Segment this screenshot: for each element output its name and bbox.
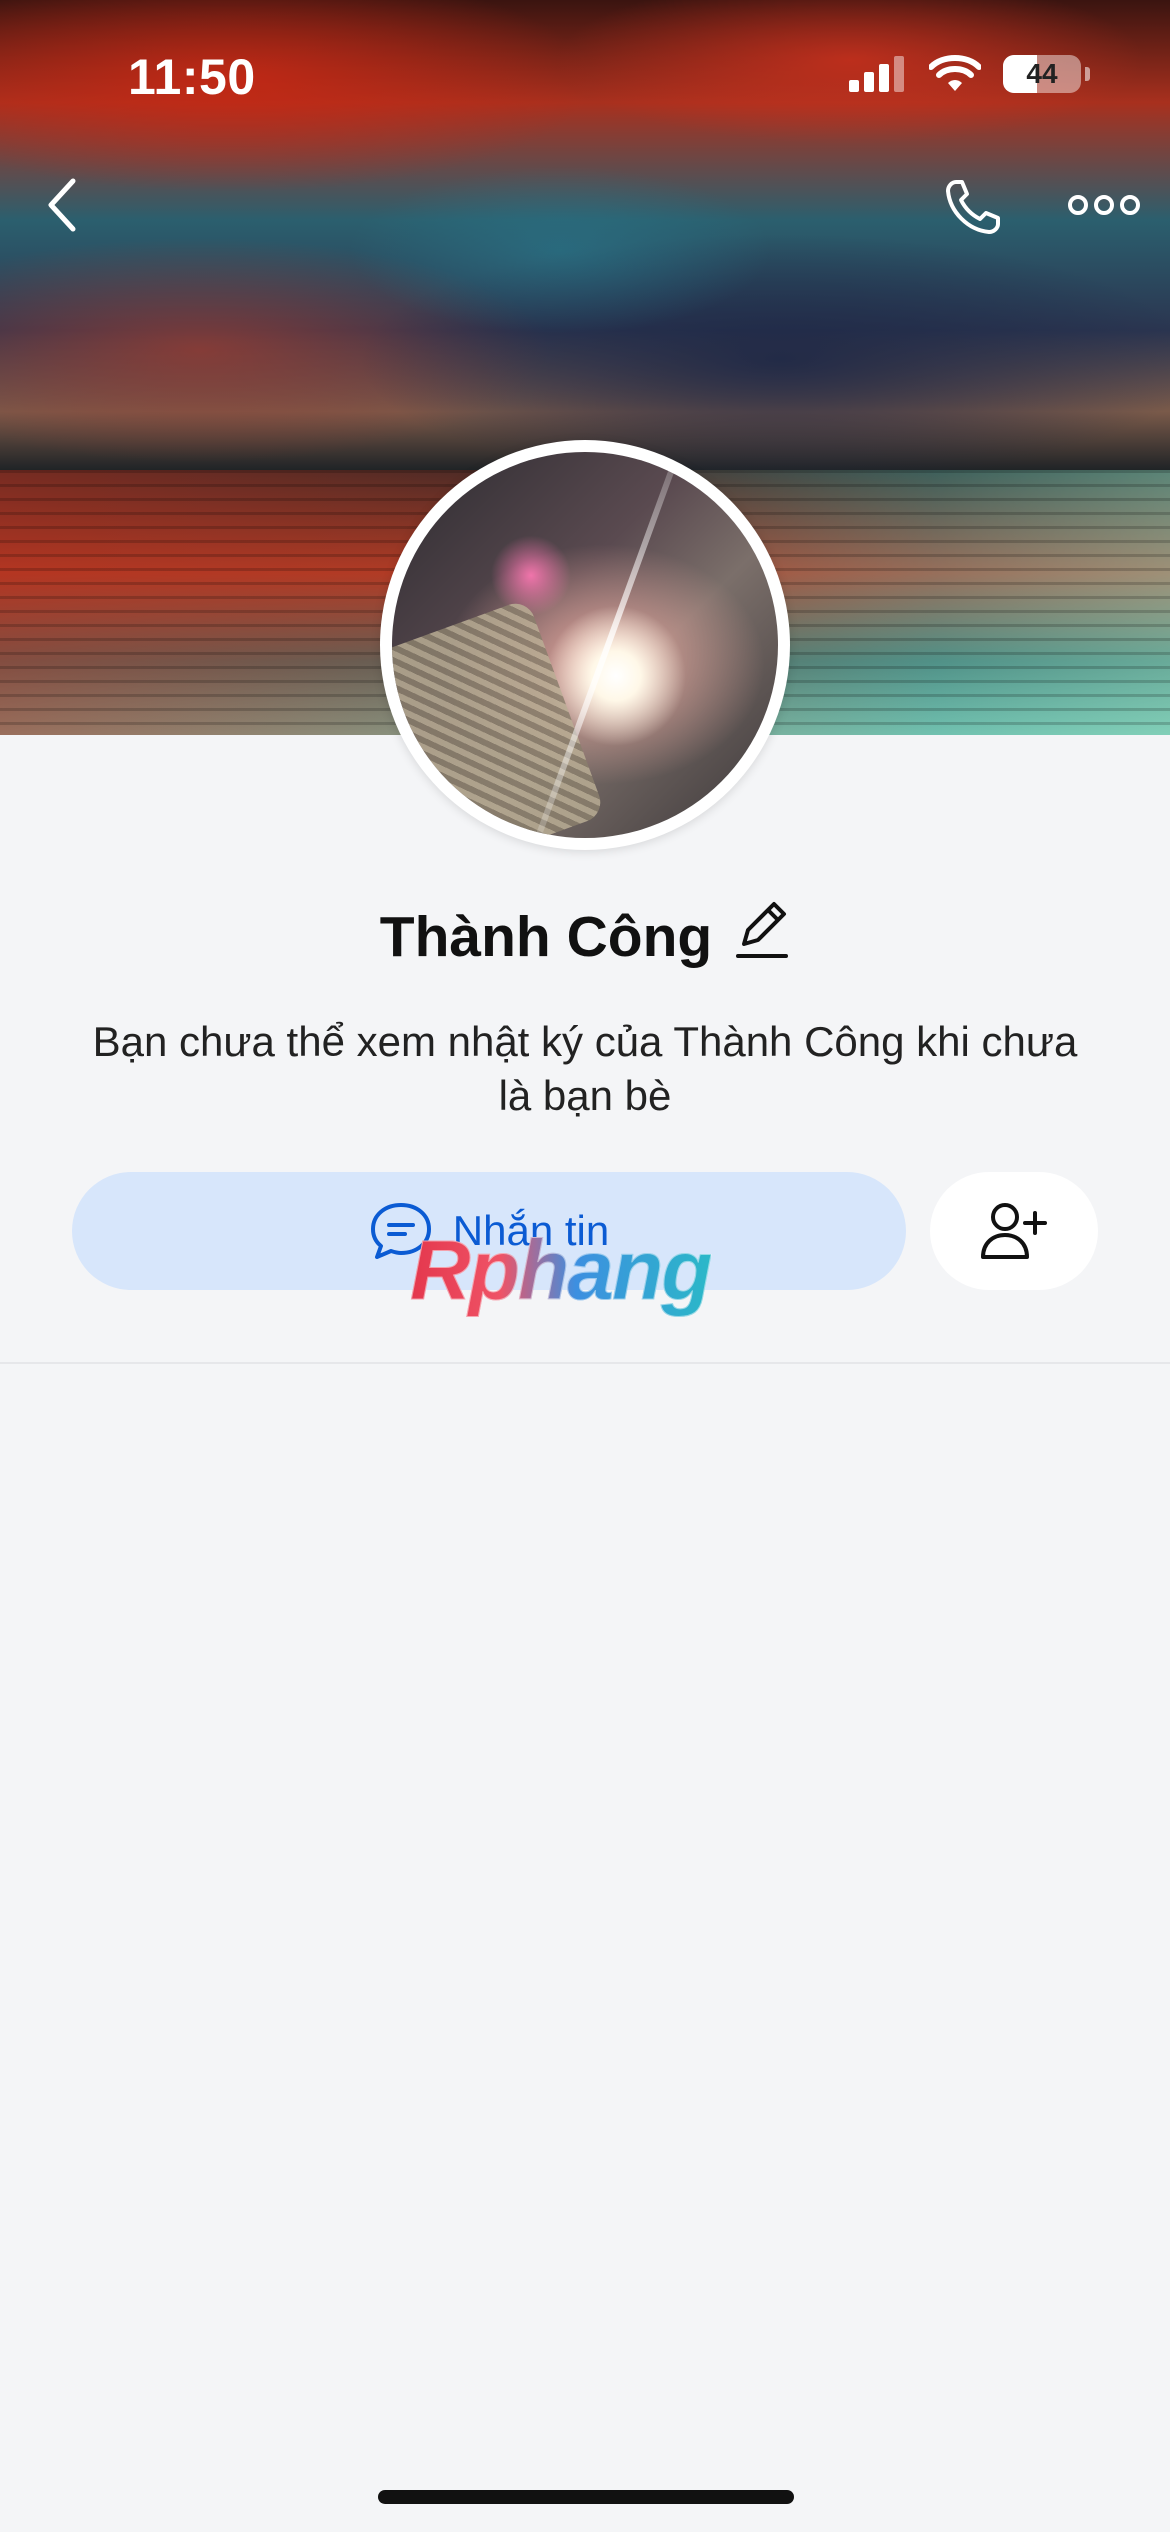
friend-restriction-message: Bạn chưa thể xem nhật ký của Thành Công … (92, 1018, 1078, 1119)
add-user-icon (981, 1203, 1047, 1259)
battery-cap (1085, 67, 1090, 81)
home-indicator[interactable] (378, 2490, 794, 2504)
chevron-left-icon (48, 178, 76, 232)
avatar[interactable] (392, 452, 778, 838)
battery-indicator: 44 (1003, 55, 1081, 93)
wifi-icon (929, 55, 981, 91)
status-time: 11:50 (128, 49, 256, 105)
add-friend-button[interactable] (930, 1172, 1098, 1290)
more-horizontal-icon (1068, 195, 1140, 215)
phone-icon (946, 180, 1000, 234)
edit-name-button[interactable] (734, 900, 790, 974)
call-button[interactable] (938, 172, 1008, 242)
status-bar: 11:50 44 (0, 0, 1170, 150)
profile-name: Thành Công (379, 905, 713, 969)
status-icons: 44 (849, 55, 1090, 93)
battery-level: 44 (1026, 58, 1058, 89)
pencil-icon (736, 902, 789, 958)
cellular-signal-icon (849, 56, 904, 92)
profile-name-row: Thành Công (0, 900, 1170, 974)
section-divider (0, 1362, 1170, 1364)
back-button[interactable] (32, 170, 92, 240)
avatar-frame[interactable] (380, 440, 790, 850)
watermark-logo: Rphang (410, 1223, 714, 1318)
more-options-button[interactable] (1066, 180, 1142, 230)
